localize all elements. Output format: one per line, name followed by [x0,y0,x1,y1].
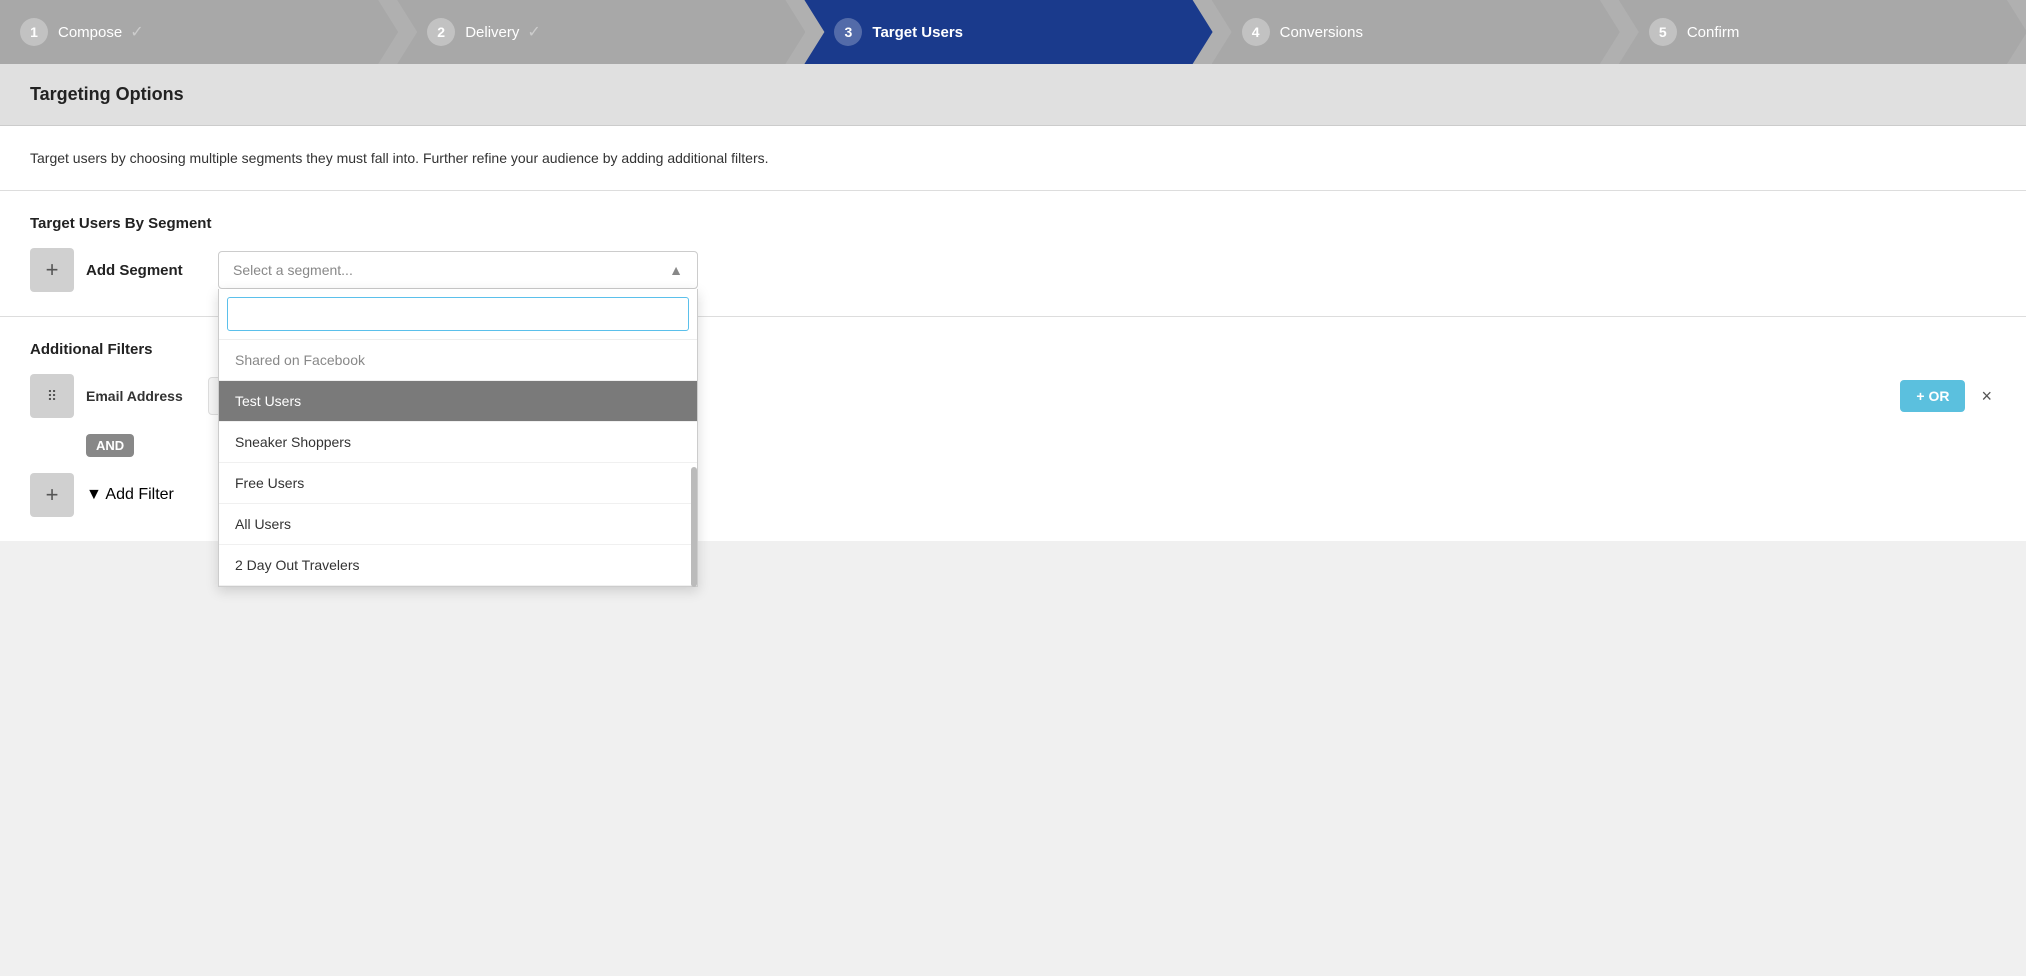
step-num-target: 3 [834,18,862,46]
wizard-step-conversions[interactable]: 4 Conversions [1212,0,1620,64]
page-title: Targeting Options [30,84,1996,105]
segment-search-input[interactable] [227,297,689,331]
step-label-target: Target Users [872,24,963,41]
step-num-compose: 1 [20,18,48,46]
dropdown-item-all-users[interactable]: All Users [219,504,697,545]
dropdown-item-test-users[interactable]: Test Users [219,381,697,422]
scrollbar-thumb[interactable] [691,467,697,587]
filter-or-button[interactable]: + OR [1900,380,1965,412]
filter-email-label: Email Address [86,388,196,404]
dropdown-item-2day-travelers[interactable]: 2 Day Out Travelers [219,545,697,586]
segment-select-button[interactable]: Select a segment... ▲ [218,251,698,289]
segment-dropdown-menu: Shared on Facebook Test Users Sneaker Sh… [218,289,698,587]
step-label-compose: Compose [58,24,122,41]
wizard-step-confirm[interactable]: 5 Confirm [1619,0,2026,64]
step-label-conversions: Conversions [1280,24,1363,41]
description-text: Target users by choosing multiple segmen… [30,150,1996,166]
step-num-conversions: 4 [1242,18,1270,46]
wizard-bar: 1 Compose ✓ 2 Delivery ✓ 3 Target Users … [0,0,2026,64]
step-label-delivery: Delivery [465,24,519,41]
dropdown-item-shared-fb[interactable]: Shared on Facebook [219,340,697,381]
description-section: Target users by choosing multiple segmen… [0,126,2026,191]
segment-section-title: Target Users By Segment [30,215,1996,232]
check-icon-compose: ✓ [130,22,143,42]
step-label-confirm: Confirm [1687,24,1740,41]
wizard-step-delivery[interactable]: 2 Delivery ✓ [397,0,805,64]
filter-remove-button[interactable]: × [1977,382,1996,411]
wizard-step-compose[interactable]: 1 Compose ✓ [0,0,398,64]
dropdown-item-free-users[interactable]: Free Users [219,463,697,504]
main-content: Targeting Options Target users by choosi… [0,64,2026,541]
dropdown-search-container [219,289,697,340]
segment-section: Target Users By Segment + Add Segment Se… [0,191,2026,317]
add-segment-row: + Add Segment Select a segment... ▲ Shar… [30,248,1996,292]
step-num-confirm: 5 [1649,18,1677,46]
add-segment-label: Add Segment [86,262,206,279]
filter-drag-handle[interactable]: ⠿ [30,374,74,418]
and-badge: AND [86,434,134,457]
add-filter-label: ▼ Add Filter [86,486,174,504]
targeting-options-header: Targeting Options [0,64,2026,126]
segment-dropdown-container: Select a segment... ▲ Shared on Facebook… [218,251,698,289]
chevron-up-icon: ▲ [669,262,683,278]
check-icon-delivery: ✓ [527,22,540,42]
wizard-step-target-users[interactable]: 3 Target Users [804,0,1212,64]
add-filter-plus-button[interactable]: + [30,473,74,517]
dropdown-item-sneaker-shoppers[interactable]: Sneaker Shoppers [219,422,697,463]
segment-placeholder: Select a segment... [233,262,353,278]
add-segment-plus-button[interactable]: + [30,248,74,292]
step-num-delivery: 2 [427,18,455,46]
